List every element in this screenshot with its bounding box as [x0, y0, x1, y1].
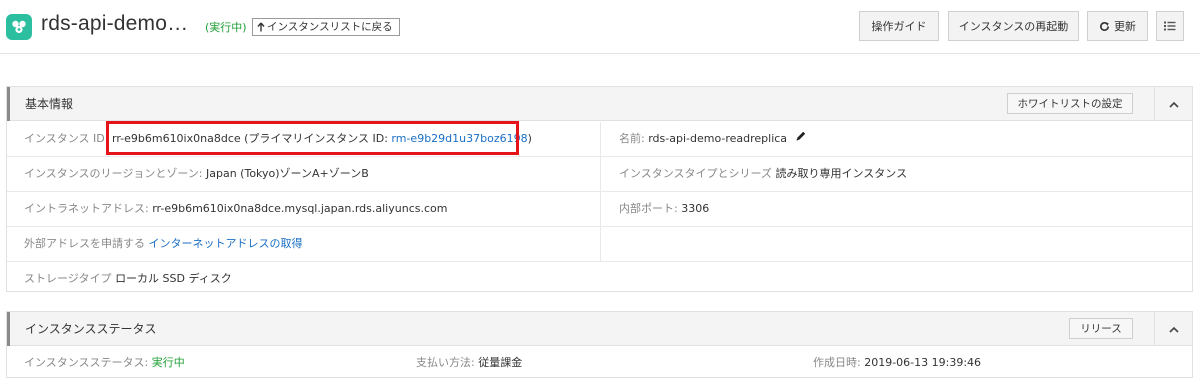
back-to-list-label: インスタンスリストに戻る: [267, 21, 393, 33]
region-zone-value: Japan (Tokyo)ゾーンA+ゾーンB: [206, 167, 369, 180]
operation-guide-label: 操作ガイド: [871, 20, 927, 33]
chevron-up-icon: [1168, 101, 1179, 108]
instance-type-value: 読み取り専用インスタンス: [775, 167, 908, 180]
instance-status-header: インスタンスステータス リリース: [7, 312, 1192, 346]
list-view-button[interactable]: [1156, 11, 1184, 41]
intranet-address-field: イントラネットアドレス: rr-e9b6m610ix0na8dce.mysql.…: [24, 192, 447, 226]
created-time-value: 2019-06-13 19:39:46: [864, 356, 982, 369]
billing-method-value: 従量課金: [478, 356, 523, 369]
list-icon: [1164, 21, 1176, 31]
collapse-instance-status-button[interactable]: [1154, 312, 1192, 346]
section-accent-bar: [7, 87, 10, 121]
restart-instance-button[interactable]: インスタンスの再起動: [948, 11, 1079, 41]
instance-id-label: インスタンス ID:: [24, 132, 109, 145]
get-internet-address-link[interactable]: インターネットアドレスの取得: [149, 237, 303, 250]
section-accent-bar: [7, 312, 10, 346]
page-title: rds-api-demo…: [41, 12, 189, 35]
release-label: リリース: [1080, 323, 1122, 335]
instance-status-title: インスタンスステータス: [25, 322, 157, 336]
instance-status-label: インスタンスステータス:: [24, 356, 149, 369]
primary-instance-suffix: ): [527, 132, 532, 145]
pencil-icon: [796, 131, 805, 141]
internal-port-label: 内部ポート:: [619, 202, 678, 215]
region-zone-field: インスタンスのリージョンとゾーン: Japan (Tokyo)ゾーンA+ゾーンB: [24, 157, 369, 191]
whitelist-settings-button[interactable]: ホワイトリストの設定: [1007, 93, 1133, 114]
status-row: インスタンスステータス: 実行中 支払い方法: 従量課金 作成日時: 2019-…: [7, 347, 1192, 378]
refresh-icon: [1100, 21, 1109, 31]
instance-type-label: インスタンスタイプとシリーズ: [619, 167, 773, 180]
instance-status-panel: インスタンスステータス リリース インスタンスステータス: 実行中 支払い方法:…: [6, 311, 1193, 378]
back-to-list-button[interactable]: インスタンスリストに戻る: [252, 18, 400, 36]
refresh-button[interactable]: 更新: [1087, 11, 1148, 41]
instance-status-value: 実行中: [151, 356, 185, 369]
whitelist-settings-label: ホワイトリストの設定: [1017, 98, 1123, 110]
name-label: 名前:: [619, 132, 645, 145]
name-value: rds-api-demo-readreplica: [648, 132, 788, 145]
created-time-field: 作成日時: 2019-06-13 19:39:46: [813, 347, 981, 378]
refresh-label: 更新: [1114, 20, 1136, 33]
rds-app-icon: [6, 14, 32, 40]
restart-instance-label: インスタンスの再起動: [958, 20, 1069, 33]
instance-name-field: 名前: rds-api-demo-readreplica: [619, 122, 807, 156]
internal-port-value: 3306: [681, 202, 710, 215]
collapse-basic-info-button[interactable]: [1154, 87, 1192, 121]
public-address-field: 外部アドレスを申請する インターネットアドレスの取得: [24, 227, 303, 261]
public-address-label: 外部アドレスを申請する: [24, 237, 145, 250]
status-badge: (実行中): [205, 21, 247, 34]
highlight-annotation-box: [106, 121, 519, 155]
column-divider: [600, 122, 601, 262]
instance-status-field: インスタンスステータス: 実行中: [24, 347, 185, 378]
release-button[interactable]: リリース: [1069, 318, 1133, 339]
basic-info-header: 基本情報 ホワイトリストの設定: [7, 87, 1192, 121]
billing-method-label: 支払い方法:: [416, 356, 475, 369]
internal-port-field: 内部ポート: 3306: [619, 192, 709, 226]
storage-type-label: ストレージタイプ: [24, 272, 112, 285]
storage-type-field: ストレージタイプ ローカル SSD ディスク: [24, 262, 232, 296]
chevron-up-icon: [1168, 326, 1179, 333]
instance-type-field: インスタンスタイプとシリーズ 読み取り専用インスタンス: [619, 157, 907, 191]
intranet-address-value: rr-e9b6m610ix0na8dce.mysql.japan.rds.ali…: [152, 202, 448, 215]
basic-info-panel: 基本情報 ホワイトリストの設定 インスタンス ID: rr-e9b6m610ix…: [6, 86, 1193, 292]
region-zone-label: インスタンスのリージョンとゾーン:: [24, 167, 203, 180]
up-arrow-icon: [257, 22, 265, 32]
billing-method-field: 支払い方法: 従量課金: [416, 347, 522, 378]
operation-guide-button[interactable]: 操作ガイド: [859, 11, 939, 41]
basic-info-title: 基本情報: [25, 97, 74, 111]
info-row: ストレージタイプ ローカル SSD ディスク: [7, 262, 1192, 297]
created-time-label: 作成日時:: [813, 356, 861, 369]
edit-name-button[interactable]: [795, 122, 807, 156]
storage-type-value: ローカル SSD ディスク: [115, 272, 232, 285]
page-header: rds-api-demo… (実行中) インスタンスリストに戻る 操作ガイド イ…: [0, 0, 1200, 54]
intranet-address-label: イントラネットアドレス:: [24, 202, 149, 215]
